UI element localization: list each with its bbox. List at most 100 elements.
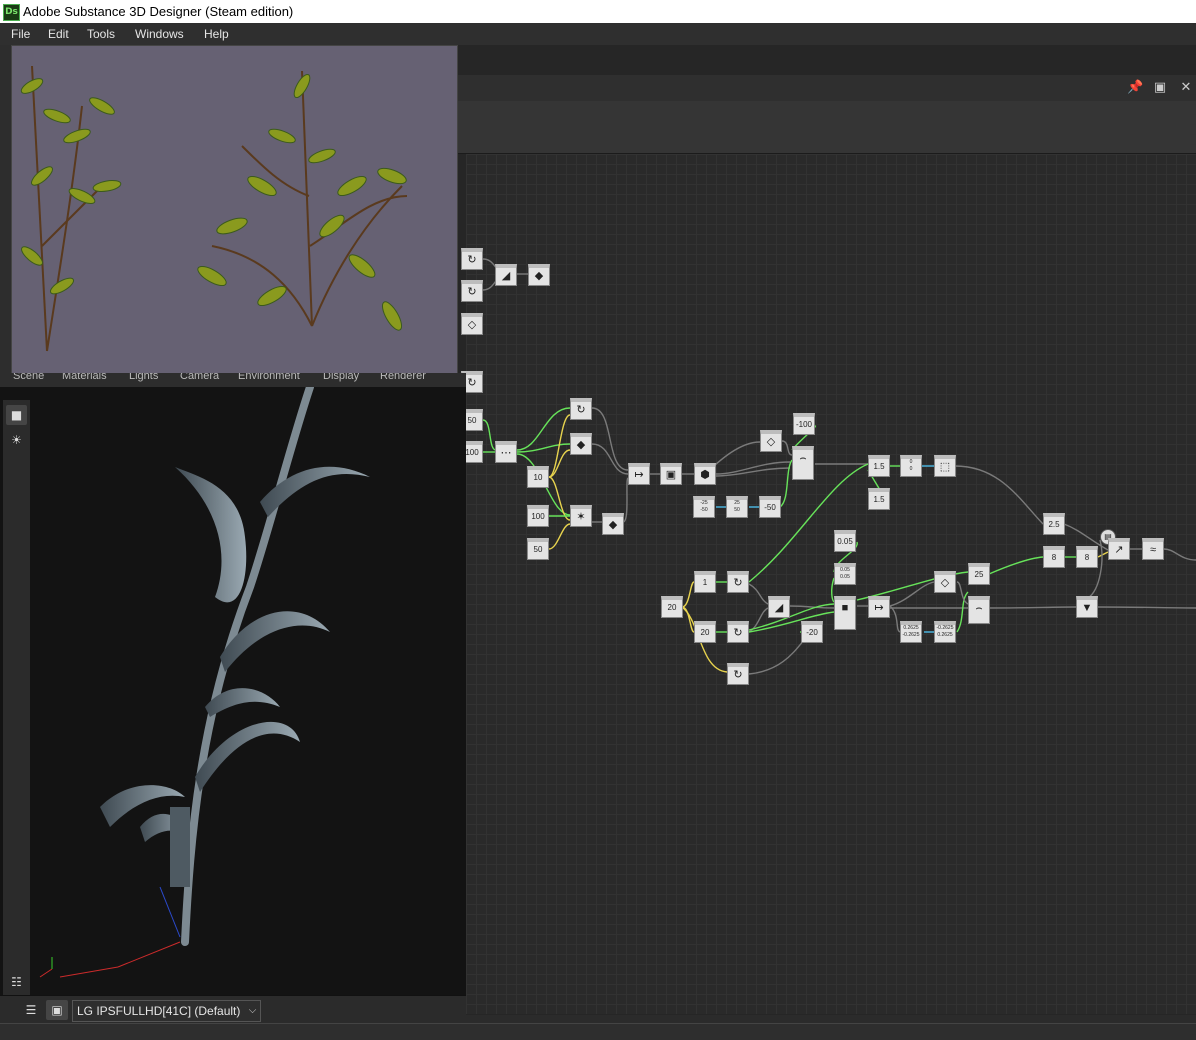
close-icon[interactable]: ✕: [1178, 80, 1194, 96]
node-value-1[interactable]: 1: [694, 571, 716, 593]
window-title: Adobe Substance 3D Designer (Steam editi…: [23, 4, 294, 19]
node-vector-1-x: -25: [700, 500, 708, 506]
node-blend-2[interactable]: ◢: [768, 596, 790, 618]
node-value-m100[interactable]: -100: [793, 413, 815, 435]
app-logo: Ds: [3, 4, 20, 21]
color-profile-icon[interactable]: ▣: [46, 1000, 68, 1020]
node-rotate-4[interactable]: ↻: [727, 663, 749, 685]
node-vector-4-x: 0.05: [840, 567, 850, 573]
node-vector-5-x: 0.2625: [903, 625, 919, 631]
camera-icon[interactable]: ■: [6, 405, 27, 425]
node-value-50b[interactable]: 50: [527, 538, 549, 560]
node-value-m20[interactable]: -20: [801, 621, 823, 643]
node-vector-5-y: -0.2625: [902, 632, 920, 638]
node-expression-1[interactable]: ⋯: [495, 441, 517, 463]
node-vector-2[interactable]: 25 50: [726, 496, 748, 518]
node-switch-1[interactable]: ↦: [628, 463, 650, 485]
display-device-label: LG IPSFULLHD[41C] (Default): [77, 1004, 241, 1018]
graph-canvas[interactable]: [466, 154, 1196, 1014]
node-value-100b[interactable]: 100: [527, 505, 549, 527]
node-vector-2-x: 25: [734, 500, 740, 506]
node-output-2[interactable]: ≈: [1142, 538, 1164, 560]
node-vector-3-x: 0: [909, 459, 913, 465]
node-vector-3-y: 0: [909, 466, 913, 472]
node-mesh-2[interactable]: ◆: [602, 513, 624, 535]
3d-plant-mesh: [39, 383, 370, 978]
layers-icon[interactable]: ☰: [20, 1000, 42, 1020]
node-shape-1[interactable]: ◇: [461, 313, 483, 335]
left-dock-strip: [0, 45, 11, 400]
node-mesh-4[interactable]: ⬢: [694, 463, 716, 485]
node-value-1-5b[interactable]: 1.5: [868, 488, 890, 510]
node-shape-4[interactable]: ■: [834, 596, 856, 630]
node-vector-3[interactable]: 00: [900, 455, 922, 477]
node-value-m50[interactable]: -50: [759, 496, 781, 518]
menu-bar: File Edit Tools Windows Help: [0, 23, 1196, 45]
node-vector-2-y: 50: [734, 507, 740, 513]
node-blend-1[interactable]: ◢: [495, 264, 517, 286]
menu-file[interactable]: File: [11, 27, 30, 41]
plant-preview-image: [20, 65, 408, 352]
node-bend-1[interactable]: ⌢: [792, 446, 814, 480]
node-mesh-3[interactable]: ▣: [660, 463, 682, 485]
graph-toolbar: [456, 101, 1196, 154]
node-rotate-2[interactable]: ↻: [727, 571, 749, 593]
tab-camera[interactable]: Camera: [180, 373, 219, 382]
3d-side-toolbar: ■ ☀ ☷: [3, 400, 30, 995]
node-transform-2[interactable]: ↻: [461, 280, 483, 302]
node-shape-5[interactable]: ◇: [934, 571, 956, 593]
tab-scene[interactable]: Scene: [13, 373, 44, 382]
2d-viewport[interactable]: [11, 45, 458, 375]
graph-tab-bar: [456, 75, 1196, 102]
tab-renderer[interactable]: Renderer: [380, 373, 426, 382]
menu-help[interactable]: Help: [204, 27, 229, 41]
tab-materials[interactable]: Materials: [62, 373, 107, 382]
menu-tools[interactable]: Tools: [87, 27, 115, 41]
node-value-20[interactable]: 20: [661, 596, 683, 618]
node-vector-6[interactable]: -0.2625 0.2625: [934, 621, 956, 643]
node-shape-3[interactable]: ◇: [760, 430, 782, 452]
node-transform-1[interactable]: ↻: [461, 248, 483, 270]
node-vector-6-x: -0.2625: [936, 625, 954, 631]
chevron-down-icon: ⌵: [248, 1005, 257, 1016]
node-scatter-1[interactable]: ✶: [570, 505, 592, 527]
node-vector-1-y: -50: [700, 507, 708, 513]
node-vector-4[interactable]: 0.05 0.05: [834, 563, 856, 585]
node-mesh-1[interactable]: ◆: [528, 264, 550, 286]
node-vector-5[interactable]: 0.2625 -0.2625: [900, 621, 922, 643]
node-value-8[interactable]: 8: [1043, 546, 1065, 568]
node-value-20b[interactable]: 20: [694, 621, 716, 643]
node-value-25[interactable]: 25: [968, 563, 990, 585]
node-filter-1[interactable]: ▼: [1076, 596, 1098, 618]
node-value-1-5[interactable]: 1.5: [868, 455, 890, 477]
node-switch-2[interactable]: ↦: [868, 596, 890, 618]
menu-windows[interactable]: Windows: [135, 27, 184, 41]
restore-icon[interactable]: ▣: [1152, 80, 1168, 96]
status-bar: [0, 1023, 1196, 1040]
tab-display[interactable]: Display: [323, 373, 359, 382]
hierarchy-icon[interactable]: ☷: [6, 972, 27, 992]
menu-edit[interactable]: Edit: [48, 27, 69, 41]
node-value-8b[interactable]: 8: [1076, 546, 1098, 568]
node-value-2-5[interactable]: 2.5: [1043, 513, 1065, 535]
node-vector-4-y: 0.05: [840, 574, 850, 580]
tab-environment[interactable]: Environment: [238, 373, 300, 382]
node-bend-2[interactable]: ⌢: [968, 596, 990, 624]
3d-viewport[interactable]: [0, 383, 466, 995]
display-device-select[interactable]: LG IPSFULLHD[41C] (Default) ⌵: [72, 1000, 262, 1022]
node-rotate-3[interactable]: ↻: [727, 621, 749, 643]
node-vector-6-y: 0.2625: [937, 632, 953, 638]
pin-icon[interactable]: 📌: [1127, 80, 1143, 96]
node-transform-4[interactable]: ⬚: [934, 455, 956, 477]
node-shape-2[interactable]: ◆: [570, 433, 592, 455]
node-value-10[interactable]: 10: [527, 466, 549, 488]
3d-bottom-bar: ☰ ▣ LG IPSFULLHD[41C] (Default) ⌵: [0, 995, 466, 1024]
node-rotate-1[interactable]: ↻: [570, 398, 592, 420]
title-bar: Ds Adobe Substance 3D Designer (Steam ed…: [0, 0, 1196, 23]
tab-lights[interactable]: Lights: [129, 373, 158, 382]
light-icon[interactable]: ☀: [6, 430, 27, 450]
3d-view-tabs: Scene Materials Lights Camera Environmen…: [11, 373, 466, 387]
node-output-1[interactable]: ↗: [1108, 538, 1130, 560]
node-vector-1[interactable]: -25 -50: [693, 496, 715, 518]
node-value-0-05[interactable]: 0.05: [834, 530, 856, 552]
